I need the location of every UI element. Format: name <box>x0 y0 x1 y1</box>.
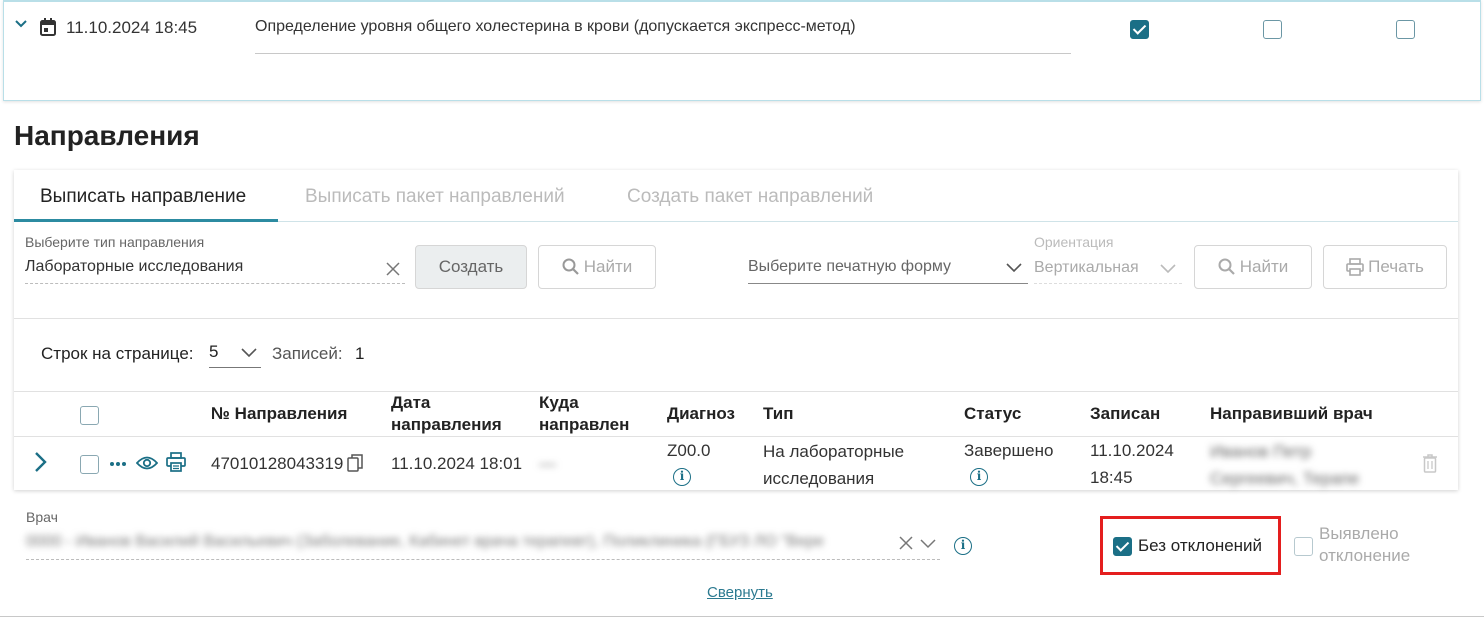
find-button-label: Найти <box>583 257 633 276</box>
service-check-1[interactable] <box>1130 20 1149 39</box>
doctor-select[interactable]: 0000 - Иванов Василий Васильевич (Заболе… <box>26 533 898 551</box>
print-button-label: Печать <box>1368 257 1424 276</box>
directions-panel: Выписать направление Выписать пакет напр… <box>14 170 1458 490</box>
eye-icon[interactable] <box>136 455 158 471</box>
create-button-label: Создать <box>438 257 504 276</box>
printer-icon[interactable] <box>166 452 186 472</box>
select-all-checkbox[interactable] <box>80 406 99 425</box>
col-header-doctor: Направивший врач <box>1210 404 1373 423</box>
cell-recorded-line1: 11.10.2024 <box>1090 441 1174 460</box>
tab-write-direction[interactable]: Выписать направление <box>40 186 246 208</box>
service-datetime: 11.10.2024 18:45 <box>66 18 198 37</box>
find-button-2[interactable]: Найти <box>1194 245 1312 289</box>
chevron-down-icon[interactable] <box>1160 264 1176 274</box>
tabs-bar: Выписать направление Выписать пакет напр… <box>14 170 1458 222</box>
cell-recorded-line2: 18:45 <box>1090 468 1133 487</box>
cell-destination: — <box>539 454 556 473</box>
deviation-label[interactable]: Выявлено отклонение <box>1319 523 1410 567</box>
print-button[interactable]: Печать <box>1323 245 1447 289</box>
service-check-3[interactable] <box>1396 20 1415 39</box>
cell-type-line1: На лабораторные <box>763 442 905 461</box>
direction-type-underline <box>25 283 405 284</box>
more-icon[interactable] <box>109 461 127 467</box>
find-button-2-label: Найти <box>1239 257 1289 276</box>
direction-type-label: Выберите тип направления <box>25 234 205 250</box>
service-name: Определение уровня общего холестерина в … <box>255 18 1071 54</box>
col-header-recorded: Записан <box>1090 404 1161 423</box>
no-deviation-checkbox[interactable] <box>1113 537 1132 556</box>
active-tab-indicator <box>14 219 278 222</box>
print-form-select[interactable]: Выберите печатную форму <box>748 258 951 276</box>
col-header-status: Статус <box>964 404 1022 423</box>
col-header-date-line2: направления <box>391 415 502 434</box>
info-icon[interactable]: i <box>970 468 988 486</box>
info-icon[interactable]: i <box>673 468 691 486</box>
chevron-down-icon[interactable] <box>241 348 257 358</box>
orientation-select[interactable]: Вертикальная <box>1034 259 1139 277</box>
chevron-right-icon[interactable] <box>34 451 48 473</box>
rows-per-page-underline <box>209 367 261 368</box>
divider <box>0 616 1484 617</box>
deviation-label-line1: Выявлено <box>1319 524 1399 543</box>
col-header-type: Тип <box>763 404 794 423</box>
tab-write-package[interactable]: Выписать пакет направлений <box>305 186 565 208</box>
rows-per-page-select[interactable]: 5 <box>209 342 218 362</box>
col-header-destination-line2: направлен <box>539 415 630 434</box>
find-button[interactable]: Найти <box>538 245 656 289</box>
cell-diagnosis: Z00.0 <box>667 441 711 460</box>
clear-icon[interactable] <box>899 536 913 550</box>
info-icon[interactable]: i <box>954 537 972 555</box>
divider <box>14 391 1458 392</box>
doctor-label: Врач <box>26 509 58 525</box>
chevron-down-icon[interactable] <box>920 539 936 549</box>
cell-doctor-line2: Сергеевич, Терапе <box>1210 469 1360 488</box>
orientation-label: Ориентация <box>1034 234 1114 250</box>
chevron-down-icon[interactable] <box>1006 263 1022 273</box>
divider <box>14 436 1458 437</box>
records-count: 1 <box>355 344 365 363</box>
search-icon <box>1218 258 1235 275</box>
cell-type-line2: исследования <box>763 469 875 488</box>
cell-type: На лабораторные исследования <box>763 438 904 492</box>
divider <box>14 318 1458 319</box>
create-button[interactable]: Создать <box>415 245 527 289</box>
doctor-underline <box>26 559 940 560</box>
rows-per-page-label: Строк на странице: <box>41 344 194 363</box>
print-form-underline <box>748 283 1028 284</box>
chevron-down-icon[interactable] <box>14 17 28 31</box>
col-header-number: № Направления <box>211 404 348 423</box>
cell-doctor: Иванов Петр Сергеевич, Терапе <box>1210 438 1359 492</box>
deviation-checkbox[interactable] <box>1294 537 1313 556</box>
col-header-destination: Куда направлен <box>539 392 629 436</box>
section-title: Направления <box>14 120 200 151</box>
col-header-date-line1: Дата <box>391 393 431 412</box>
printer-icon <box>1346 258 1364 276</box>
search-icon <box>562 258 579 275</box>
direction-type-value[interactable]: Лабораторные исследования <box>25 258 243 276</box>
tab-create-package[interactable]: Создать пакет направлений <box>627 186 873 208</box>
deviation-label-line2: отклонение <box>1319 546 1411 565</box>
service-row-card: 11.10.2024 18:45 Определение уровня обще… <box>3 0 1481 101</box>
orientation-underline <box>1034 283 1182 284</box>
records-label: Записей: <box>272 344 343 363</box>
collapse-link[interactable]: Свернуть <box>707 584 773 601</box>
col-header-destination-line1: Куда <box>539 393 579 412</box>
no-deviation-label[interactable]: Без отклонений <box>1138 536 1262 556</box>
cell-date: 11.10.2024 18:01 <box>391 454 523 473</box>
service-check-2[interactable] <box>1263 20 1282 39</box>
row-checkbox[interactable] <box>80 455 99 474</box>
cell-status: Завершено <box>964 441 1054 460</box>
copy-icon[interactable] <box>347 454 363 472</box>
col-header-diagnosis: Диагноз <box>667 404 735 423</box>
trash-icon[interactable] <box>1422 454 1438 473</box>
clear-icon[interactable] <box>386 262 400 276</box>
cell-doctor-line1: Иванов Петр <box>1210 442 1312 461</box>
cell-number: 47010128043319 <box>211 454 344 473</box>
col-header-date: Дата направления <box>391 392 502 436</box>
cell-recorded: 11.10.2024 18:45 <box>1090 437 1174 491</box>
calendar-icon <box>40 18 56 36</box>
